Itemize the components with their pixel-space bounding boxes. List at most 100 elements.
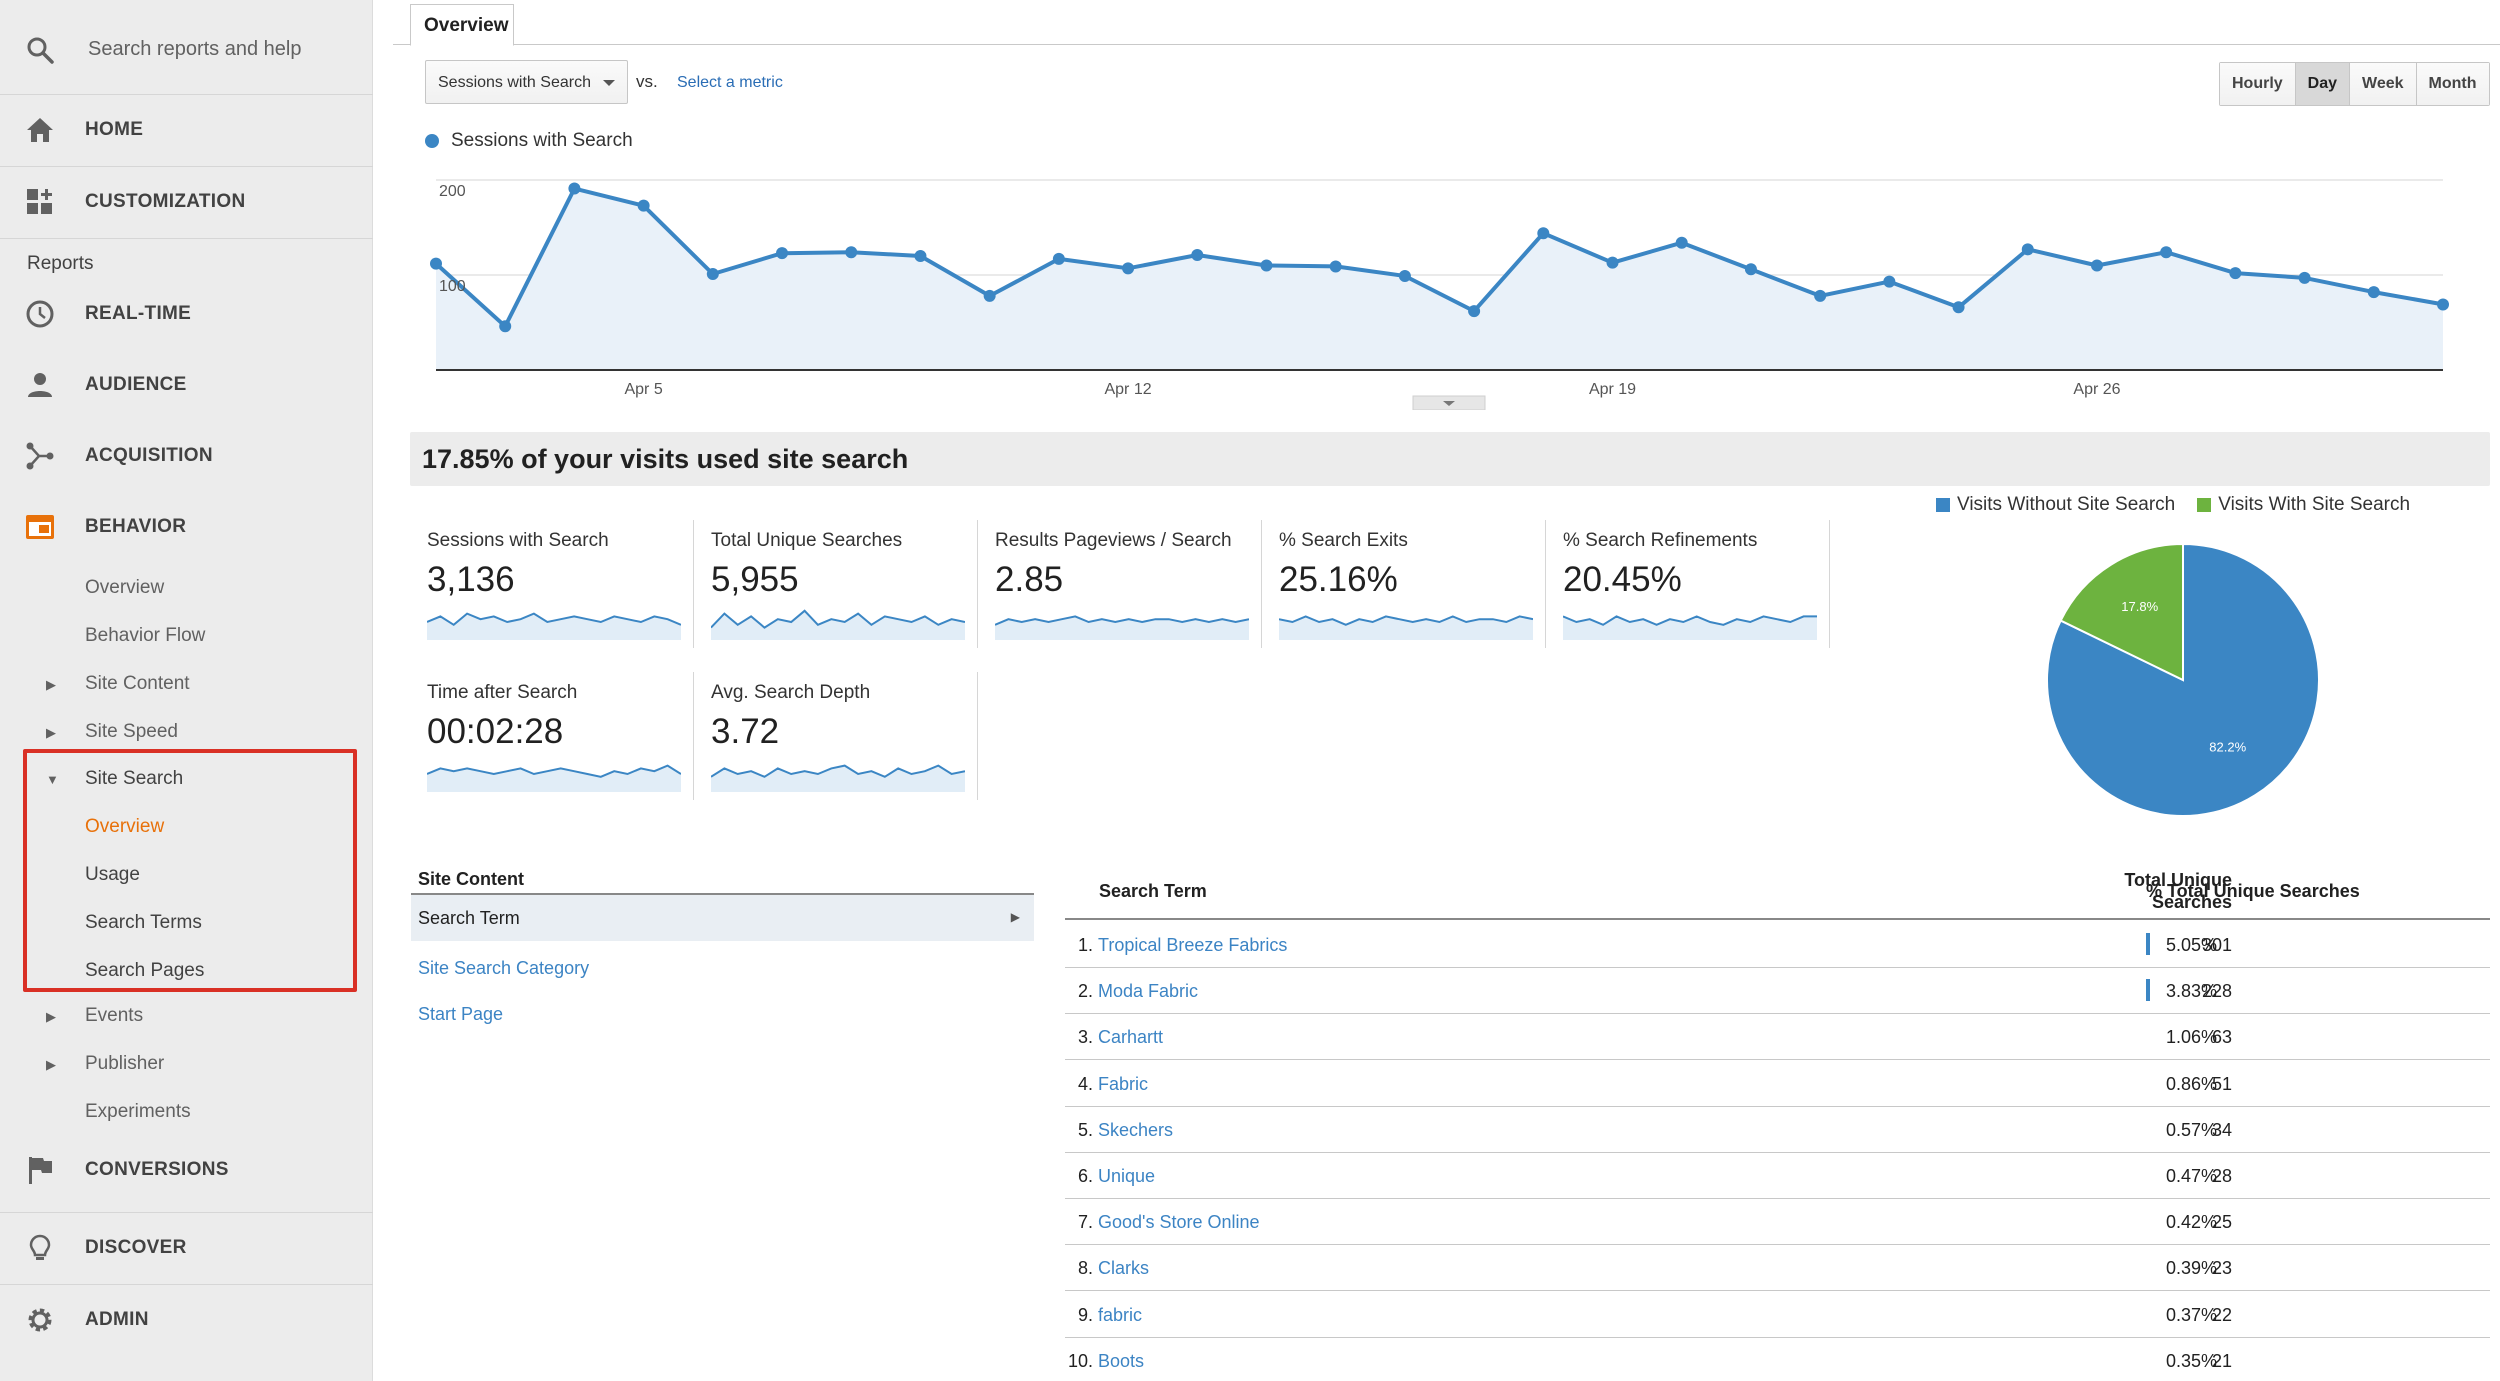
data-point[interactable] <box>2298 271 2311 284</box>
data-point[interactable] <box>1191 249 1204 262</box>
data-point[interactable] <box>2021 243 2034 256</box>
x-tick-label: Apr 12 <box>1104 381 1151 398</box>
experiments[interactable]: Experiments <box>85 1101 191 1123</box>
kpi-avg-search-depth[interactable]: Avg. Search Depth 3.72 <box>694 672 978 800</box>
row-index: 10. <box>1067 1350 1093 1371</box>
events[interactable]: Events <box>85 1005 143 1027</box>
month-button[interactable]: Month <box>2416 63 2489 105</box>
kpi-label: Results Pageviews / Search <box>995 530 1232 551</box>
search-term-link[interactable]: Moda Fabric <box>1098 981 1198 1002</box>
kpi-search-exits[interactable]: % Search Exits 25.16% <box>1262 520 1546 648</box>
search-term-link[interactable]: Clarks <box>1098 1258 1149 1279</box>
behavior-overview[interactable]: Overview <box>85 577 164 599</box>
divider <box>0 166 373 167</box>
expand-arrow-icon[interactable]: ▶ <box>46 1009 56 1025</box>
data-point[interactable] <box>637 199 650 212</box>
data-point[interactable] <box>983 289 996 302</box>
select-metric-link[interactable]: Select a metric <box>677 74 783 92</box>
nav-audience[interactable]: AUDIENCE <box>0 351 373 419</box>
kpi-search-refinements[interactable]: % Search Refinements 20.45% <box>1546 520 1830 648</box>
data-point[interactable] <box>1675 236 1688 249</box>
dimension-site-search-category[interactable]: Site Search Category <box>418 958 589 979</box>
data-point[interactable] <box>2229 267 2242 280</box>
search-term-link[interactable]: Skechers <box>1098 1120 1173 1141</box>
metric-dropdown[interactable]: Sessions with Search <box>425 60 628 104</box>
x-tick-label: Apr 19 <box>1589 381 1636 398</box>
nav-audience-label: AUDIENCE <box>85 374 187 395</box>
pie-slice-label: 82.2% <box>2209 739 2246 754</box>
summary-text: 17.85% of your visits used site search <box>422 444 909 474</box>
tab-overview[interactable]: Overview <box>410 4 514 46</box>
data-point[interactable] <box>1052 252 1065 265</box>
kpi-total-unique-searches[interactable]: Total Unique Searches 5,955 <box>694 520 978 648</box>
behavior-flow[interactable]: Behavior Flow <box>85 625 205 647</box>
data-point[interactable] <box>1329 260 1342 273</box>
search-term-link[interactable]: Unique <box>1098 1166 1155 1187</box>
behavior-icon <box>24 511 56 543</box>
nav-behavior[interactable]: BEHAVIOR <box>0 493 373 561</box>
data-point[interactable] <box>1744 263 1757 276</box>
sparkline <box>1563 615 1817 640</box>
search-term-link[interactable]: Fabric <box>1098 1074 1148 1095</box>
data-point[interactable] <box>706 268 719 281</box>
nav-realtime[interactable]: REAL-TIME <box>0 280 373 348</box>
kpi-time-after-search[interactable]: Time after Search 00:02:28 <box>410 672 694 800</box>
table-row: 3. Carhartt 63 1.06% <box>1065 1014 2490 1061</box>
week-button[interactable]: Week <box>2350 63 2417 105</box>
data-point[interactable] <box>1883 275 1896 288</box>
day-button[interactable]: Day <box>2295 63 2351 105</box>
tab-bar: Overview <box>393 0 2500 46</box>
kpi-results-pageviews[interactable]: Results Pageviews / Search 2.85 <box>978 520 1262 648</box>
site-content[interactable]: Site Content <box>85 673 190 695</box>
data-point[interactable] <box>499 320 512 333</box>
search-input[interactable]: Search reports and help <box>88 38 301 61</box>
nav-admin[interactable]: ADMIN <box>0 1286 373 1354</box>
hourly-button[interactable]: Hourly <box>2220 63 2296 105</box>
column-header-pct-total[interactable]: % Total Unique Searches <box>2146 881 2360 902</box>
data-point[interactable] <box>2090 259 2103 272</box>
data-point[interactable] <box>845 246 858 259</box>
data-point[interactable] <box>1537 227 1550 240</box>
nav-conversions[interactable]: CONVERSIONS <box>0 1136 373 1204</box>
sidebar-search[interactable]: Search reports and help <box>0 0 373 95</box>
search-term-link[interactable]: Boots <box>1098 1351 1144 1372</box>
site-speed[interactable]: Site Speed <box>85 721 178 743</box>
data-point[interactable] <box>2160 246 2173 259</box>
kpi-sessions-with-search[interactable]: Sessions with Search 3,136 <box>410 520 694 648</box>
column-header-search-term[interactable]: Search Term <box>1099 881 1207 902</box>
data-point[interactable] <box>1468 305 1481 318</box>
gear-icon <box>24 1304 56 1336</box>
expand-arrow-icon[interactable]: ▶ <box>46 725 56 741</box>
kpi-label: Sessions with Search <box>427 530 609 551</box>
data-point[interactable] <box>1606 256 1619 269</box>
expand-arrow-icon[interactable]: ▶ <box>46 1057 56 1073</box>
search-term-link[interactable]: Good's Store Online <box>1098 1212 1260 1233</box>
nav-acquisition[interactable]: ACQUISITION <box>0 422 373 490</box>
data-point[interactable] <box>1814 289 1827 302</box>
nav-conversions-label: CONVERSIONS <box>85 1159 229 1180</box>
data-point[interactable] <box>776 247 789 260</box>
nav-discover[interactable]: DISCOVER <box>0 1214 373 1282</box>
data-point[interactable] <box>1122 262 1135 275</box>
sparkline <box>711 609 965 640</box>
search-term-link[interactable]: Carhartt <box>1098 1027 1163 1048</box>
data-point[interactable] <box>1260 259 1273 272</box>
search-icon[interactable] <box>24 34 56 66</box>
y-tick-label: 100 <box>439 278 466 295</box>
data-point[interactable] <box>2437 298 2449 311</box>
dimension-search-term[interactable]: Search Term ▶ <box>411 895 1034 941</box>
expand-arrow-icon[interactable]: ▶ <box>46 677 56 693</box>
search-term-link[interactable]: fabric <box>1098 1305 1142 1326</box>
percent-total: 0.47% <box>2166 1166 2218 1186</box>
data-point[interactable] <box>2367 286 2380 299</box>
search-term-link[interactable]: Tropical Breeze Fabrics <box>1098 935 1287 956</box>
dimension-start-page[interactable]: Start Page <box>418 1004 503 1025</box>
data-point[interactable] <box>1952 301 1965 314</box>
publisher[interactable]: Publisher <box>85 1053 164 1075</box>
nav-customization[interactable]: CUSTOMIZATION <box>0 168 373 236</box>
data-point[interactable] <box>1398 269 1411 282</box>
data-point[interactable] <box>914 250 927 262</box>
data-point[interactable] <box>568 182 581 195</box>
nav-home[interactable]: HOME <box>0 96 373 164</box>
data-point[interactable] <box>430 257 442 270</box>
